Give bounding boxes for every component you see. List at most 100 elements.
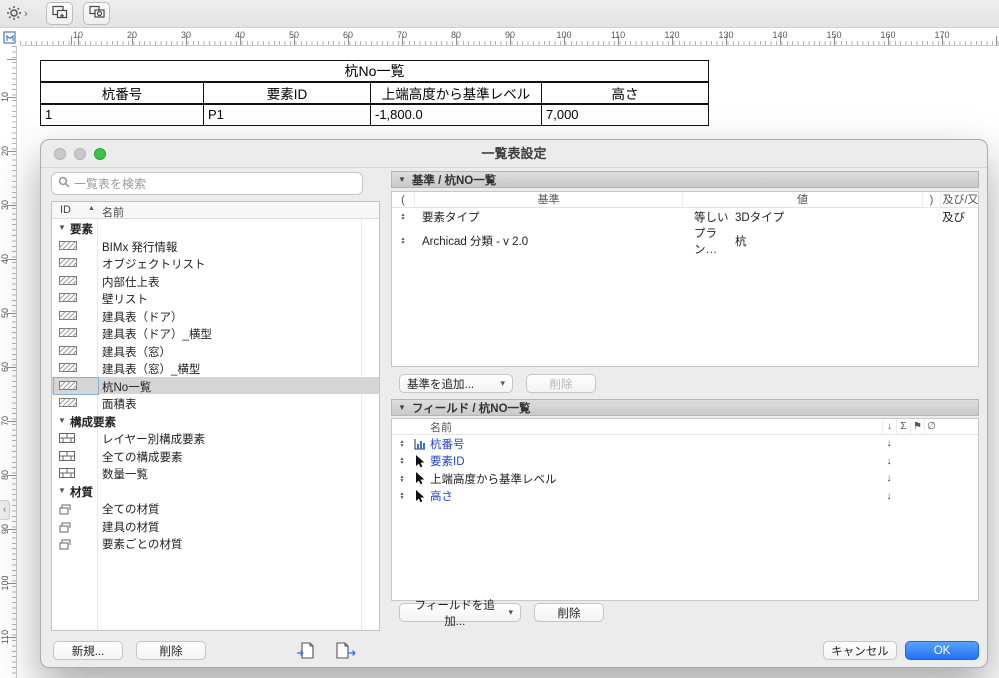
fields-table[interactable]: 名前 ↓ Σ ⚑ ∅ ▲ ▼ 杭番号 ↓ ▲ ▼ 要素ID ↓ ▲ ▼ 上端高度から基準レベル ↓ ▲ ▼…	[391, 418, 979, 601]
schedule-list-header[interactable]: ID ▲ 名前	[52, 202, 379, 219]
schedule-settings-dialog: 一覧表設定 ID ▲ 名前 ▼ 要素 BIMx 発行情報オブジェクトリスト内部仕上表…	[40, 139, 988, 668]
doc-table-cell: P1	[203, 103, 371, 126]
panel-collapse-handle[interactable]: ‹	[0, 500, 10, 520]
export-scheme-button[interactable]	[331, 640, 361, 660]
list-item[interactable]: 内部仕上表	[52, 272, 379, 290]
ruler-number: 10	[72, 30, 84, 40]
field-row[interactable]: ▲ ▼ 高さ ↓	[392, 488, 978, 506]
list-item-name: オブジェクトリスト	[102, 259, 206, 271]
zoom-button[interactable]	[94, 148, 106, 160]
import-scheme-button[interactable]	[291, 640, 321, 660]
list-item-name: 建具の材質	[102, 521, 160, 534]
field-name: 上端高度から基準レベル	[430, 473, 557, 486]
field-name: 杭番号	[430, 438, 465, 451]
reorder-handle[interactable]: ▲ ▼	[392, 212, 414, 221]
disclosure-triangle-icon: ▼	[58, 223, 66, 232]
delete-criteria-button[interactable]: 削除	[526, 374, 596, 393]
list-item[interactable]: BIMx 発行情報	[52, 237, 379, 255]
criteria-section-header[interactable]: ▼ 基準 / 杭NO一覧	[391, 171, 979, 188]
disclosure-triangle-icon: ▼	[398, 175, 406, 184]
criteria-table[interactable]: ( 基準 値 ) 及び/又は ▲▼ 要素タイプ 等しい 3Dタイプ 及び ▲▼ Archic…	[391, 191, 979, 367]
field-row[interactable]: ▲ ▼ 要素ID ↓	[392, 453, 978, 471]
criteria-operator: プラン…	[694, 228, 717, 256]
list-item[interactable]: 建具の材質	[52, 517, 379, 535]
list-group-label: 要素	[70, 224, 93, 236]
layout-tool-button[interactable]	[46, 2, 73, 25]
horizontal-ruler: 10 20 30 40 50 60 70 80 90 100 110 120 130 140 150 160 1…	[20, 29, 999, 46]
doc-table-header-cell: 杭番号	[40, 81, 204, 105]
reorder-handle[interactable]: ▲ ▼	[392, 457, 412, 466]
ok-button[interactable]: OK	[905, 641, 979, 660]
reorder-handle[interactable]: ▲ ▼	[392, 439, 412, 448]
search-input[interactable]	[74, 176, 356, 191]
schedule-icon	[56, 310, 82, 320]
add-field-button[interactable]: フィールドを追加... ▾	[399, 600, 521, 628]
list-item-name: 建具表（ドア）	[102, 311, 183, 324]
schedule-icon	[56, 397, 82, 408]
composite-icon	[59, 450, 75, 461]
add-criteria-button[interactable]: 基準を追加... ▾	[399, 374, 513, 393]
disclosure-triangle-icon: ▼	[58, 485, 66, 495]
reorder-handle[interactable]: ▲ ▼	[392, 492, 412, 501]
schedule-search-box[interactable]	[51, 172, 363, 195]
vertical-ruler: 10 20 30 40 50 60 70 80 90 100 110	[0, 46, 17, 678]
list-item[interactable]: 建具表（窓）_横型	[52, 359, 379, 377]
ruler-number: 50	[288, 30, 300, 40]
dialog-titlebar[interactable]: 一覧表設定	[41, 140, 987, 168]
fields-table-header: 名前 ↓ Σ ⚑ ∅	[392, 419, 978, 435]
ruler-number: 110	[0, 629, 10, 645]
ruler-number: 100	[0, 575, 10, 591]
name-column-header[interactable]: 名前	[102, 204, 124, 220]
list-item[interactable]: オブジェクトリスト	[52, 254, 379, 272]
new-schedule-button[interactable]: 新規...	[53, 641, 123, 660]
list-group-row[interactable]: ▼ 構成要素	[52, 412, 379, 430]
list-item[interactable]: 壁リスト	[52, 289, 379, 307]
settings-button[interactable]: ›	[6, 4, 36, 24]
schedule-list[interactable]: ID ▲ 名前 ▼ 要素 BIMx 発行情報オブジェクトリスト 内部仕上表壁リスト建具…	[51, 201, 380, 631]
list-item[interactable]: 要素ごとの材質	[52, 534, 379, 552]
delete-schedule-button[interactable]: 削除	[136, 641, 206, 660]
doc-table-data-row: 1 P1 -1,800.0 7,000	[40, 103, 709, 126]
list-item[interactable]: 建具表（ドア）	[52, 307, 379, 325]
list-item-name: 建具表（窓）	[102, 346, 171, 359]
criteria-row[interactable]: ▲ ▼ Archicad 分類 - v 2.0 プラン… 杭	[392, 225, 978, 256]
list-item[interactable]: 数量一覧	[52, 464, 379, 482]
top-toolbar: ›	[0, 0, 999, 28]
ruler-number: 60	[342, 30, 354, 40]
reorder-handle[interactable]: ▲ ▼	[392, 237, 414, 246]
pile-schedule-table: 杭No一覧 杭番号 要素ID 上端高度から基準レベル 高さ 1 P1 -1,800.0 7,…	[40, 60, 709, 126]
delete-field-button[interactable]: 削除	[534, 603, 604, 622]
ruler-number: 60	[0, 362, 10, 373]
list-group-row[interactable]: ▼ 材質	[52, 482, 379, 500]
list-group-row[interactable]: ▼ 要素	[52, 219, 379, 237]
list-item[interactable]: 建具表（ドア）_横型	[52, 324, 379, 342]
list-item-name: 壁リスト	[102, 294, 148, 306]
cancel-button[interactable]: キャンセル	[823, 641, 897, 660]
list-item[interactable]: 全ての構成要素	[52, 447, 379, 465]
field-row[interactable]: ▲ ▼ 上端高度から基準レベル ↓	[392, 470, 978, 488]
list-item[interactable]: レイヤー別構成要素	[52, 429, 379, 447]
organizer-tool-button[interactable]	[83, 2, 110, 25]
criteria-name: 要素タイプ	[422, 211, 480, 224]
list-item[interactable]: 杭No一覧	[52, 376, 379, 395]
andor-column: 及び/又は	[940, 192, 978, 207]
list-item[interactable]: 全ての材質	[52, 499, 379, 517]
field-row[interactable]: ▲ ▼ 杭番号 ↓	[392, 435, 978, 453]
id-column-header[interactable]: ID	[60, 204, 71, 216]
search-icon	[58, 176, 70, 191]
close-button[interactable]	[54, 148, 66, 160]
reorder-handle[interactable]: ▲ ▼	[392, 474, 412, 483]
navigator-page-icon[interactable]	[2, 30, 18, 46]
list-item[interactable]: 建具表（窓）	[52, 342, 379, 360]
disclosure-triangle-icon: ▼	[398, 403, 406, 412]
schedule-icon	[56, 345, 82, 355]
minimize-button[interactable]	[74, 148, 86, 160]
material-icon	[59, 503, 73, 515]
list-group-label: 材質	[70, 486, 93, 499]
criteria-row[interactable]: ▲ ▼ 要素タイプ 等しい 3Dタイプ 及び	[392, 208, 978, 225]
export-scheme-icon	[336, 641, 356, 659]
list-item[interactable]: 面積表	[52, 394, 379, 412]
sort-direction: ↓	[886, 438, 892, 450]
sort-ascending-icon: ▲	[88, 205, 95, 212]
fields-section-header[interactable]: ▼ フィールド / 杭NO一覧	[391, 399, 979, 416]
